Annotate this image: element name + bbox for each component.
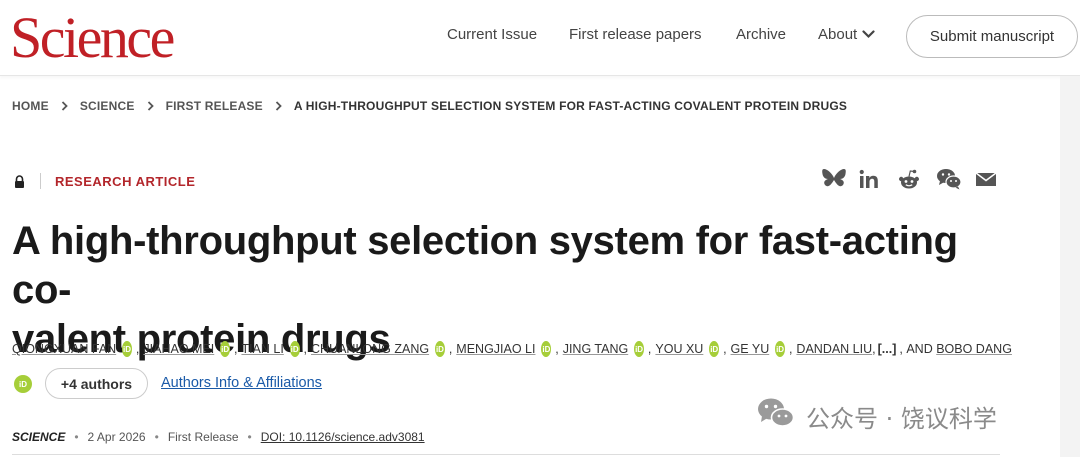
author-link[interactable]: YOU XU (655, 342, 703, 356)
watermark: 公众号 · 饶议科学 (756, 396, 997, 436)
chevron-right-icon (275, 101, 282, 111)
author-link[interactable]: QIONGXUAN FAN (12, 342, 116, 356)
author-separator: , (135, 342, 140, 356)
author-link[interactable]: GE YU (731, 342, 770, 356)
reddit-icon[interactable] (897, 168, 921, 197)
separator-dot: • (154, 430, 159, 444)
breadcrumb-first-release[interactable]: FIRST RELEASE (166, 99, 263, 113)
separator-dot: • (247, 430, 252, 444)
nav-about-label: About (818, 26, 858, 43)
more-authors-button[interactable]: +4 authors (45, 368, 148, 399)
publication-info: SCIENCE • 2 Apr 2026 • First Release • D… (12, 430, 425, 444)
submit-manuscript-button[interactable]: Submit manuscript (906, 15, 1078, 58)
chevron-right-icon (147, 101, 154, 111)
site-header: Science Current Issue First release pape… (0, 0, 1080, 76)
author-separator: , (723, 342, 727, 356)
author-link[interactable]: TIAN LI (241, 342, 283, 356)
science-logo[interactable]: Science (10, 6, 175, 70)
linkedin-icon[interactable] (858, 168, 880, 195)
separator-dot: • (74, 430, 79, 444)
orcid-icon[interactable]: iD (289, 341, 300, 357)
meta-divider (40, 173, 41, 189)
wechat-icon[interactable] (936, 168, 962, 195)
author-list: QIONGXUAN FAN iD, JIAHAO MEI iD, TIAN LI… (12, 341, 1012, 357)
author-link[interactable]: BOBO DANG (936, 342, 1012, 356)
orcid-icon[interactable]: iD (634, 341, 644, 357)
author-separator: , (448, 342, 453, 356)
bluesky-icon[interactable] (822, 168, 846, 195)
orcid-icon[interactable]: iD (14, 375, 32, 393)
release-label: First Release (167, 430, 239, 444)
author-link[interactable]: JING TANG (563, 342, 629, 356)
author-link[interactable]: JIAHAO MEI (143, 342, 214, 356)
author-separator: , (788, 342, 793, 356)
orcid-icon[interactable]: iD (122, 341, 132, 357)
orcid-icon[interactable]: iD (541, 341, 552, 357)
nav-about[interactable]: About (818, 26, 875, 43)
author-separator: , (647, 342, 652, 356)
orcid-icon[interactable]: iD (435, 341, 445, 357)
nav-archive[interactable]: Archive (736, 26, 786, 43)
breadcrumb-science[interactable]: SCIENCE (80, 99, 135, 113)
author-separator: , (555, 342, 559, 356)
breadcrumb-current: A HIGH-THROUGHPUT SELECTION SYSTEM FOR F… (293, 99, 848, 113)
orcid-icon[interactable]: iD (709, 341, 720, 357)
author-and-text: AND (906, 342, 933, 356)
author-link[interactable]: MENGJIAO LI (456, 342, 535, 356)
author-separator: , (303, 342, 308, 356)
nav-first-release[interactable]: First release papers (569, 26, 702, 43)
page-gutter (1060, 76, 1080, 457)
doi-link[interactable]: DOI: 10.1126/science.adv3081 (261, 430, 425, 444)
orcid-icon[interactable]: iD (775, 341, 785, 357)
publication-date: 2 Apr 2026 (87, 430, 146, 444)
lock-icon (14, 175, 25, 193)
author-link[interactable]: DANDAN LIU (796, 342, 872, 356)
wechat-watermark-icon (756, 396, 796, 436)
author-separator: , (899, 342, 907, 356)
chevron-right-icon (61, 101, 68, 111)
breadcrumb-home[interactable]: HOME (12, 99, 49, 113)
nav-current-issue[interactable]: Current Issue (447, 26, 537, 43)
orcid-icon[interactable]: iD (220, 341, 230, 357)
authors-affiliations-link[interactable]: Authors Info & Affiliations (161, 375, 322, 391)
article-type-label: RESEARCH ARTICLE (55, 174, 196, 189)
author-separator: , (872, 342, 876, 356)
author-separator: , (233, 342, 238, 356)
watermark-text: 公众号 · 饶议科学 (806, 404, 997, 433)
breadcrumb: HOME SCIENCE FIRST RELEASE A HIGH-THROUG… (12, 99, 847, 113)
journal-name[interactable]: SCIENCE (12, 430, 65, 444)
divider (12, 454, 1000, 455)
article-title-line-1: A high-throughput selection system for f… (12, 219, 958, 312)
email-icon[interactable] (975, 168, 997, 195)
expand-authors-ellipsis[interactable]: [...] (878, 342, 897, 356)
author-link[interactable]: CHUANLONG ZANG (311, 342, 429, 356)
chevron-down-icon (862, 26, 875, 43)
